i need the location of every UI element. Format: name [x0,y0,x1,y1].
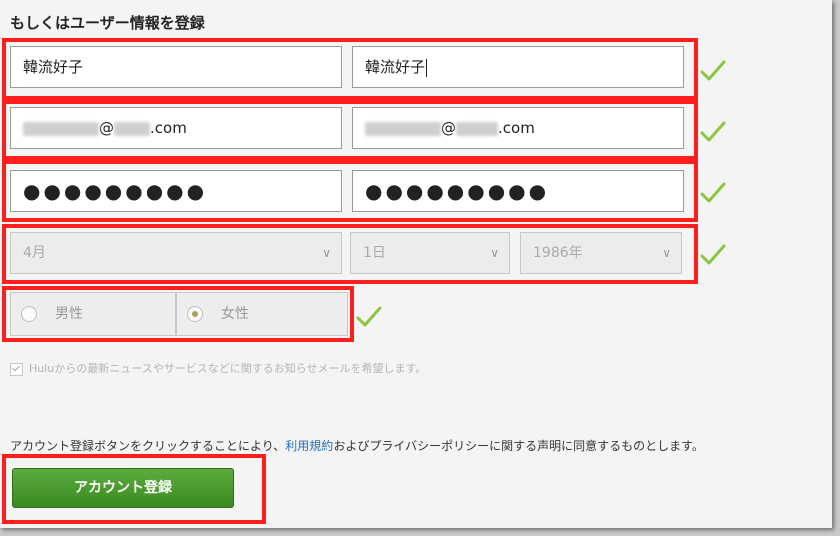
chevron-down-icon: ∨ [490,246,499,260]
terms-text: アカウント登録ボタンをクリックすることにより、利用規約およびプライバシーポリシー… [10,437,704,454]
birth-day-value: 1日 [363,245,386,261]
radio-male[interactable] [21,306,37,322]
email-field-1-tld: .com [150,119,187,137]
name-field-2[interactable]: 韓流好子 [352,46,684,88]
password-field-value: ●●●●●●●●● [23,179,208,203]
chevron-down-icon: ∨ [322,246,331,260]
email-field-1-at: @ [99,119,114,137]
password-field[interactable]: ●●●●●●●●● [10,170,342,212]
check-icon [700,180,726,206]
birth-year-value: 1986年 [533,245,583,261]
gender-female-option[interactable]: 女性 [176,292,348,336]
terms-before: アカウント登録ボタンをクリックすることにより、 [10,439,286,453]
email-field-2-at: @ [441,119,456,137]
gender-radio-group: 男性 女性 [10,292,348,336]
gender-male-option[interactable]: 男性 [10,292,176,336]
masked-domain-part [114,121,150,136]
terms-after: およびプライバシーポリシーに関する声明に同意するものとします。 [333,439,704,453]
email-field-2-tld: .com [498,119,535,137]
birth-day-select[interactable]: 1日 ∨ [350,232,510,274]
check-icon [700,242,726,268]
name-field-2-value: 韓流好子 [365,58,426,76]
chevron-down-icon: ∨ [662,246,671,260]
masked-domain-part [456,121,498,136]
check-icon [700,119,726,145]
password-confirm-value: ●●●●●●●●● [365,179,550,203]
birth-year-select[interactable]: 1986年 ∨ [520,232,682,274]
masked-local-part [365,121,441,136]
newsletter-checkbox[interactable] [10,362,23,376]
check-icon [356,304,382,330]
gender-female-label: 女性 [221,306,249,322]
email-field-2[interactable]: @ .com [352,107,684,149]
birth-month-select[interactable]: 4月 ∨ [10,232,342,274]
birth-month-value: 4月 [23,245,46,261]
name-field-1-value: 韓流好子 [23,58,84,76]
terms-link[interactable]: 利用規約 [285,439,333,453]
check-icon [700,58,726,84]
name-field-1[interactable]: 韓流好子 [10,46,342,88]
newsletter-label: Huluからの最新ニュースやサービスなどに関するお知らせメールを希望します。 [29,362,427,375]
password-confirm-field[interactable]: ●●●●●●●●● [352,170,684,212]
signup-panel: もしくはユーザー情報を登録 韓流好子 韓流好子 @ .com @ .com ●●●●… [0,0,832,528]
radio-female[interactable] [187,306,203,322]
email-field-1[interactable]: @ .com [10,107,342,149]
section-title: もしくはユーザー情報を登録 [10,14,205,32]
create-account-button[interactable]: アカウント登録 [12,468,234,508]
text-caret [426,58,428,77]
newsletter-optin[interactable]: Huluからの最新ニュースやサービスなどに関するお知らせメールを希望します。 [10,360,426,376]
masked-local-part [23,121,99,136]
gender-male-label: 男性 [55,306,83,322]
